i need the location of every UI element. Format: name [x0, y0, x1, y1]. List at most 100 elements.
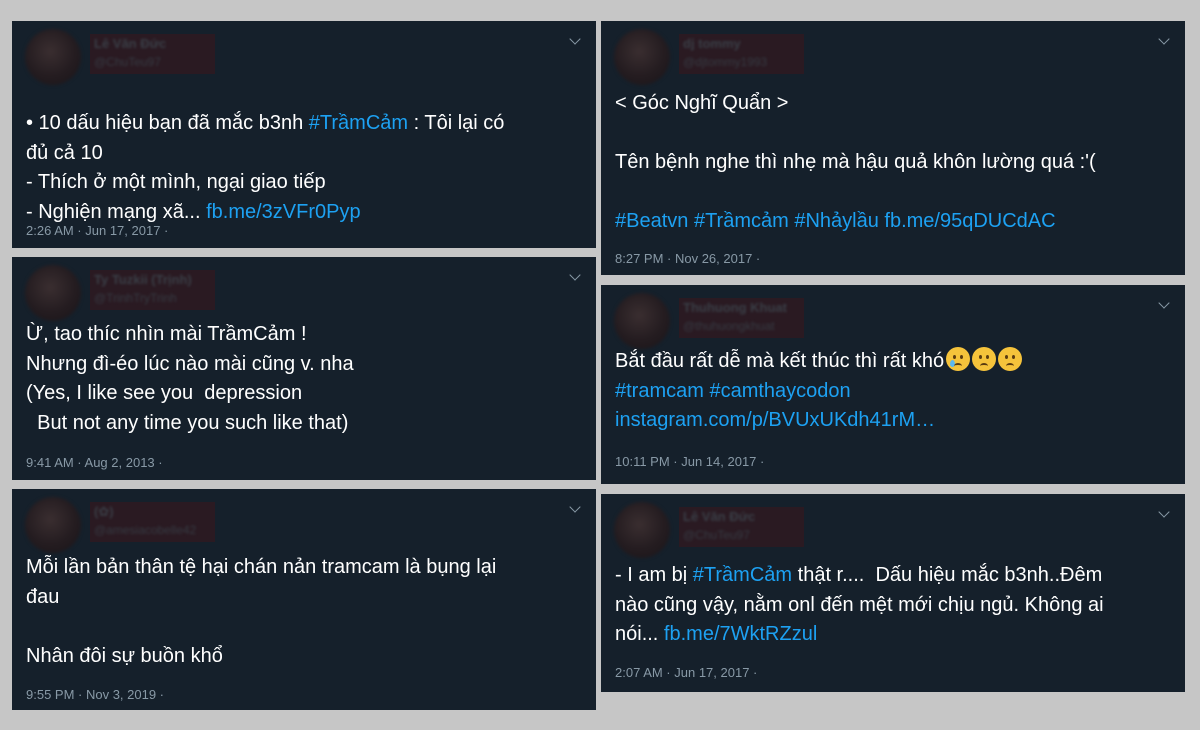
tweet-text-segment: thật r.... Dấu hiệu mắc b3nh..Đêm	[792, 564, 1103, 586]
tweet-line: #tramcam #camthaycodon	[615, 377, 1167, 407]
tweet-card[interactable]: Ty Tuzkii (Trịnh) @TrinhTryTrinh Ừ, tao …	[12, 257, 596, 480]
tweet-text-segment: đủ cả 10	[26, 141, 103, 164]
tweet-text-segment: Tên bệnh nghe thì nhẹ mà hậu quả khôn lư…	[615, 151, 1096, 173]
tweet-timestamp[interactable]: 2:07 AM · Jun 17, 2017 ·	[615, 665, 757, 680]
tweet-line: - I am bị #TrầmCảm thật r.... Dấu hiệu m…	[615, 561, 1167, 591]
tweet-text-segment: nào cũng vậy, nằm onl đến mệt mới chịu n…	[615, 593, 1104, 616]
tweet-text-segment: Mỗi lần bản thân tệ hại chán nản tramcam…	[26, 556, 497, 578]
tweet-text: < Góc Nghĩ Quẩn > Tên bệnh nghe thì nhẹ m…	[615, 89, 1167, 237]
tweet-line	[26, 612, 578, 642]
author-block[interactable]: Lê Văn Đức @ChuTeu97	[679, 507, 804, 547]
tweet-line: Ừ, tao thíc nhìn mài TrầmCảm !	[26, 320, 578, 350]
tweet-text: Bắt đầu rất dễ mà kết thúc thì rất khó #t…	[615, 347, 1167, 436]
tweet-text-segment: đau	[26, 585, 60, 608]
tweet-link[interactable]: #Beatvn #Trầmcảm #Nhảylầu fb.me/95qDUCdA…	[615, 210, 1056, 232]
tweet-line: Mỗi lần bản thân tệ hại chán nản tramcam…	[26, 553, 578, 583]
tweet-timestamp[interactable]: 8:27 PM · Nov 26, 2017 ·	[615, 251, 760, 266]
tweet-text: Ừ, tao thíc nhìn mài TrầmCảm ! Nhưng đì-é…	[26, 320, 578, 438]
tweet-text-segment: Nhân đôi sự buồn khổ	[26, 644, 223, 667]
tweet-line	[615, 119, 1167, 149]
author-handle: @ChuTeu97	[683, 528, 750, 542]
tweet-line: Bắt đầu rất dễ mà kết thúc thì rất khó	[615, 347, 1167, 377]
tweet-line: (Yes, I like see you depression	[26, 379, 578, 409]
tweet-link[interactable]: #TrầmCảm	[309, 112, 408, 134]
tweet-line: Nhân đôi sự buồn khổ	[26, 642, 578, 672]
chevron-down-icon[interactable]	[1158, 33, 1170, 45]
tweet-card[interactable]: (✿) @amesiacobelle42 Mỗi lần bản thân tệ…	[12, 489, 596, 710]
author-block[interactable]: dj tommy @djtommy1993	[679, 34, 804, 74]
avatar[interactable]	[25, 265, 81, 321]
tweet-text-segment: Bắt đầu rất dễ mà kết thúc thì rất khó	[615, 350, 945, 372]
tweet-text-segment: - I am bị	[615, 564, 693, 586]
tweet-line: • 10 dấu hiệu bạn đã mắc b3nh #TrầmCảm :…	[26, 109, 578, 139]
tweet-link[interactable]: fb.me/3zVFr0Pyp	[206, 201, 361, 223]
tweet-card[interactable]: Lê Văn Đức @ChuTeu97 - I am bị #TrầmCảm …	[601, 494, 1185, 692]
tweet-text-segment: • 10 dấu hiệu bạn đã mắc b3nh	[26, 112, 309, 134]
tweet-link[interactable]: fb.me/7WktRZzul	[664, 623, 817, 645]
author-block[interactable]: Thuhuong Khuat @thuhuongkhuat	[679, 298, 804, 338]
tweet-line: đủ cả 10	[26, 139, 578, 169]
avatar[interactable]	[614, 293, 670, 349]
avatar[interactable]	[25, 29, 81, 85]
author-block[interactable]: Lê Văn Đức @ChuTeu97	[90, 34, 215, 74]
avatar[interactable]	[614, 29, 670, 85]
tweet-timestamp[interactable]: 9:41 AM · Aug 2, 2013 ·	[26, 455, 163, 470]
sad-face-emoji-icon	[972, 347, 997, 371]
tweet-card[interactable]: Lê Văn Đức @ChuTeu97 • 10 dấu hiệu bạn đ…	[12, 21, 596, 248]
crying-face-emoji-icon	[946, 347, 971, 371]
tweet-line: instagram.com/p/BVUxUKdh41rM…	[615, 406, 1167, 436]
chevron-down-icon[interactable]	[1158, 297, 1170, 309]
sad-face-emoji-icon	[998, 347, 1023, 371]
tear-icon	[950, 360, 956, 367]
tweet-line: < Góc Nghĩ Quẩn >	[615, 89, 1167, 119]
tweet-text-segment: But not any time you such like that)	[26, 411, 349, 434]
tweet-text-segment: < Góc Nghĩ Quẩn >	[615, 92, 789, 114]
tweet-timestamp[interactable]: 2:26 AM · Jun 17, 2017 ·	[26, 223, 168, 238]
tweet-text-segment: - Nghiện mạng xã...	[26, 200, 207, 223]
chevron-down-icon[interactable]	[569, 269, 581, 281]
author-block[interactable]: Ty Tuzkii (Trịnh) @TrinhTryTrinh	[90, 270, 215, 310]
tweet-line: #Beatvn #Trầmcảm #Nhảylầu fb.me/95qDUCdA…	[615, 207, 1167, 237]
author-name: Thuhuong Khuat	[683, 300, 787, 315]
chevron-down-icon[interactable]	[569, 501, 581, 513]
tweet-line: But not any time you such like that)	[26, 409, 578, 439]
tweet-text-segment: nói...	[615, 623, 664, 645]
tweet-timestamp[interactable]: 9:55 PM · Nov 3, 2019 ·	[26, 687, 164, 702]
tweet-line: nào cũng vậy, nằm onl đến mệt mới chịu n…	[615, 591, 1167, 621]
tweet-text-segment: : Tôi lại có	[408, 112, 505, 134]
tweet-line: Tên bệnh nghe thì nhẹ mà hậu quả khôn lư…	[615, 148, 1167, 178]
author-name: Lê Văn Đức	[683, 509, 756, 524]
chevron-down-icon[interactable]	[569, 33, 581, 45]
avatar[interactable]	[25, 497, 81, 553]
avatar[interactable]	[614, 502, 670, 558]
tweet-text-segment: Ừ, tao thíc nhìn mài TrầmCảm !	[26, 323, 307, 345]
tweet-text: • 10 dấu hiệu bạn đã mắc b3nh #TrầmCảm :…	[26, 109, 578, 227]
author-handle: @ChuTeu97	[94, 55, 161, 69]
tweet-line: - Thích ở một mình, ngại giao tiếp	[26, 168, 578, 198]
tweet-text-segment: - Thích ở một mình, ngại giao tiếp	[26, 171, 326, 193]
tweet-timestamp[interactable]: 10:11 PM · Jun 14, 2017 ·	[615, 454, 764, 469]
tweet-link[interactable]: instagram.com/p/BVUxUKdh41rM…	[615, 409, 935, 431]
author-name: dj tommy	[683, 36, 741, 51]
tweet-line	[615, 178, 1167, 208]
author-name: Ty Tuzkii (Trịnh)	[94, 272, 192, 287]
chevron-down-icon[interactable]	[1158, 506, 1170, 518]
tweet-line: Nhưng đì-éo lúc nào mài cũng v. nha	[26, 350, 578, 380]
tweet-link[interactable]: #TrầmCảm	[693, 564, 792, 586]
tweet-card[interactable]: Thuhuong Khuat @thuhuongkhuat Bắt đầu rấ…	[601, 285, 1185, 484]
tweet-text-segment: (Yes, I like see you depression	[26, 382, 303, 404]
author-block[interactable]: (✿) @amesiacobelle42	[90, 502, 215, 542]
tweet-text-segment: Nhưng đì-éo lúc nào mài cũng v. nha	[26, 352, 354, 375]
author-handle: @amesiacobelle42	[94, 523, 197, 537]
tweet-line: nói... fb.me/7WktRZzul	[615, 620, 1167, 650]
tweet-card[interactable]: dj tommy @djtommy1993 < Góc Nghĩ Quẩn > T…	[601, 21, 1185, 275]
author-handle: @thuhuongkhuat	[683, 319, 775, 333]
author-name: Lê Văn Đức	[94, 36, 167, 51]
tweet-text: Mỗi lần bản thân tệ hại chán nản tramcam…	[26, 553, 578, 671]
tweet-link[interactable]: #tramcam #camthaycodon	[615, 380, 851, 402]
author-handle: @TrinhTryTrinh	[94, 291, 177, 305]
tweet-line: đau	[26, 583, 578, 613]
author-handle: @djtommy1993	[683, 55, 768, 69]
tweet-text: - I am bị #TrầmCảm thật r.... Dấu hiệu m…	[615, 561, 1167, 650]
author-name: (✿)	[94, 504, 114, 519]
